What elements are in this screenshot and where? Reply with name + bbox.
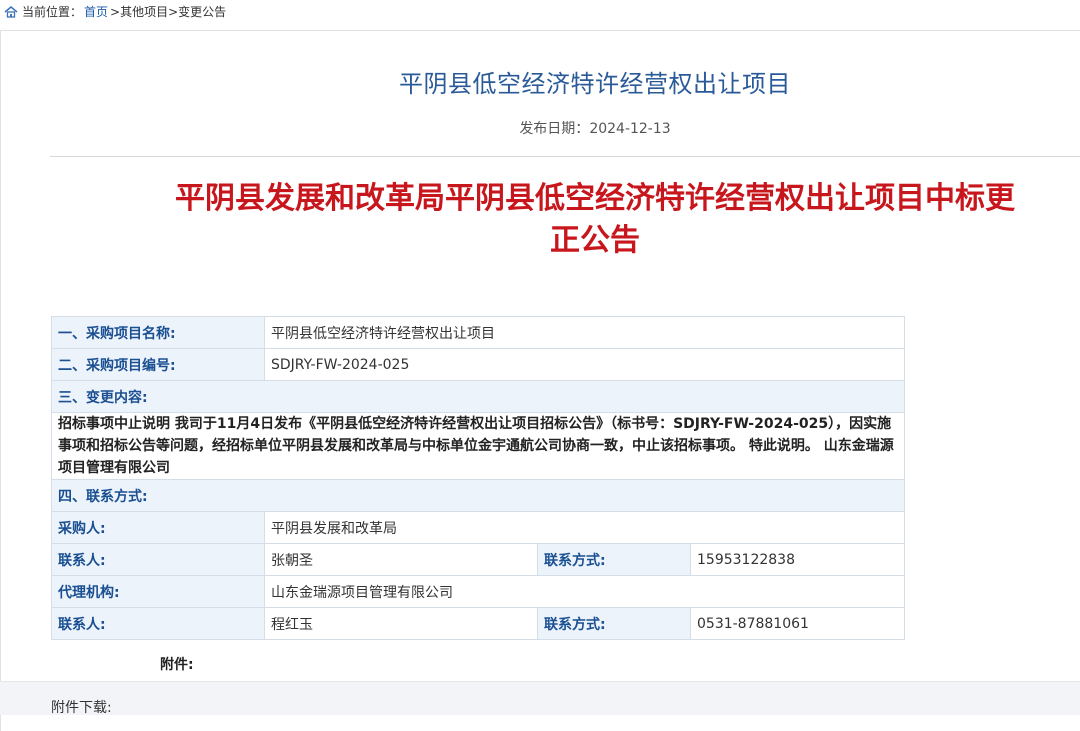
- breadcrumb-path: >其他项目>变更公告: [110, 5, 227, 19]
- agency-contact-label: 联系人:: [51, 607, 265, 640]
- agency-phone-value: 0531-87881061: [690, 607, 905, 640]
- contact-phone-value: 15953122838: [690, 543, 905, 576]
- publish-date: 发布日期：2024-12-13: [0, 118, 1080, 138]
- breadcrumb-home-link[interactable]: 首页: [84, 3, 108, 21]
- table-row: 二、采购项目编号: SDJRY-FW-2024-025: [51, 348, 905, 381]
- project-no-label: 二、采购项目编号:: [51, 348, 265, 381]
- announcement-table: 一、采购项目名称: 平阴县低空经济特许经营权出让项目 二、采购项目编号: SDJ…: [51, 316, 905, 640]
- project-name-label: 一、采购项目名称:: [51, 316, 265, 349]
- table-row: 代理机构: 山东金瑞源项目管理有限公司: [51, 575, 905, 608]
- agency-contact-value: 程红玉: [264, 607, 538, 640]
- breadcrumb: 当前位置： 首页 >其他项目>变更公告: [4, 3, 226, 21]
- contact-person-value: 张朝圣: [264, 543, 538, 576]
- contact-section-label: 四、联系方式:: [51, 479, 905, 512]
- publish-date-label: 发布日期：: [519, 121, 590, 137]
- purchaser-value: 平阴县发展和改革局: [264, 511, 905, 544]
- announcement-headline: 平阴县发展和改革局平阴县低空经济特许经营权出让项目中标更正公告: [175, 181, 1015, 258]
- contact-phone-label: 联系方式:: [537, 543, 691, 576]
- project-no-value: SDJRY-FW-2024-025: [264, 348, 905, 381]
- table-row: 三、变更内容:: [51, 380, 905, 413]
- home-icon: [4, 6, 18, 18]
- agency-value: 山东金瑞源项目管理有限公司: [264, 575, 905, 608]
- table-row: 联系人: 张朝圣 联系方式: 15953122838: [51, 543, 905, 576]
- agency-phone-label: 联系方式:: [537, 607, 691, 640]
- table-row: 一、采购项目名称: 平阴县低空经济特许经营权出让项目: [51, 316, 905, 349]
- download-label: 附件下载:: [51, 700, 112, 716]
- table-row: 联系人: 程红玉 联系方式: 0531-87881061: [51, 607, 905, 640]
- breadcrumb-prefix: 当前位置：: [22, 5, 83, 19]
- table-row: 采购人: 平阴县发展和改革局: [51, 511, 905, 544]
- project-name-value: 平阴县低空经济特许经营权出让项目: [264, 316, 905, 349]
- table-row: 四、联系方式:: [51, 479, 905, 512]
- page-title: 平阴县低空经济特许经营权出让项目: [399, 70, 791, 98]
- attachments-label: 附件:: [160, 657, 194, 673]
- contact-person-label: 联系人:: [51, 543, 265, 576]
- publish-date-value: 2024-12-13: [589, 121, 671, 137]
- divider: [50, 156, 1080, 157]
- purchaser-label: 采购人:: [51, 511, 265, 544]
- download-bar: [0, 681, 1080, 715]
- change-content: 招标事项中止说明 我司于11月4日发布《平阴县低空经济特许经营权出让项目招标公告…: [51, 412, 905, 480]
- change-section-label: 三、变更内容:: [51, 380, 905, 413]
- agency-label: 代理机构:: [51, 575, 265, 608]
- table-row: 招标事项中止说明 我司于11月4日发布《平阴县低空经济特许经营权出让项目招标公告…: [51, 412, 905, 480]
